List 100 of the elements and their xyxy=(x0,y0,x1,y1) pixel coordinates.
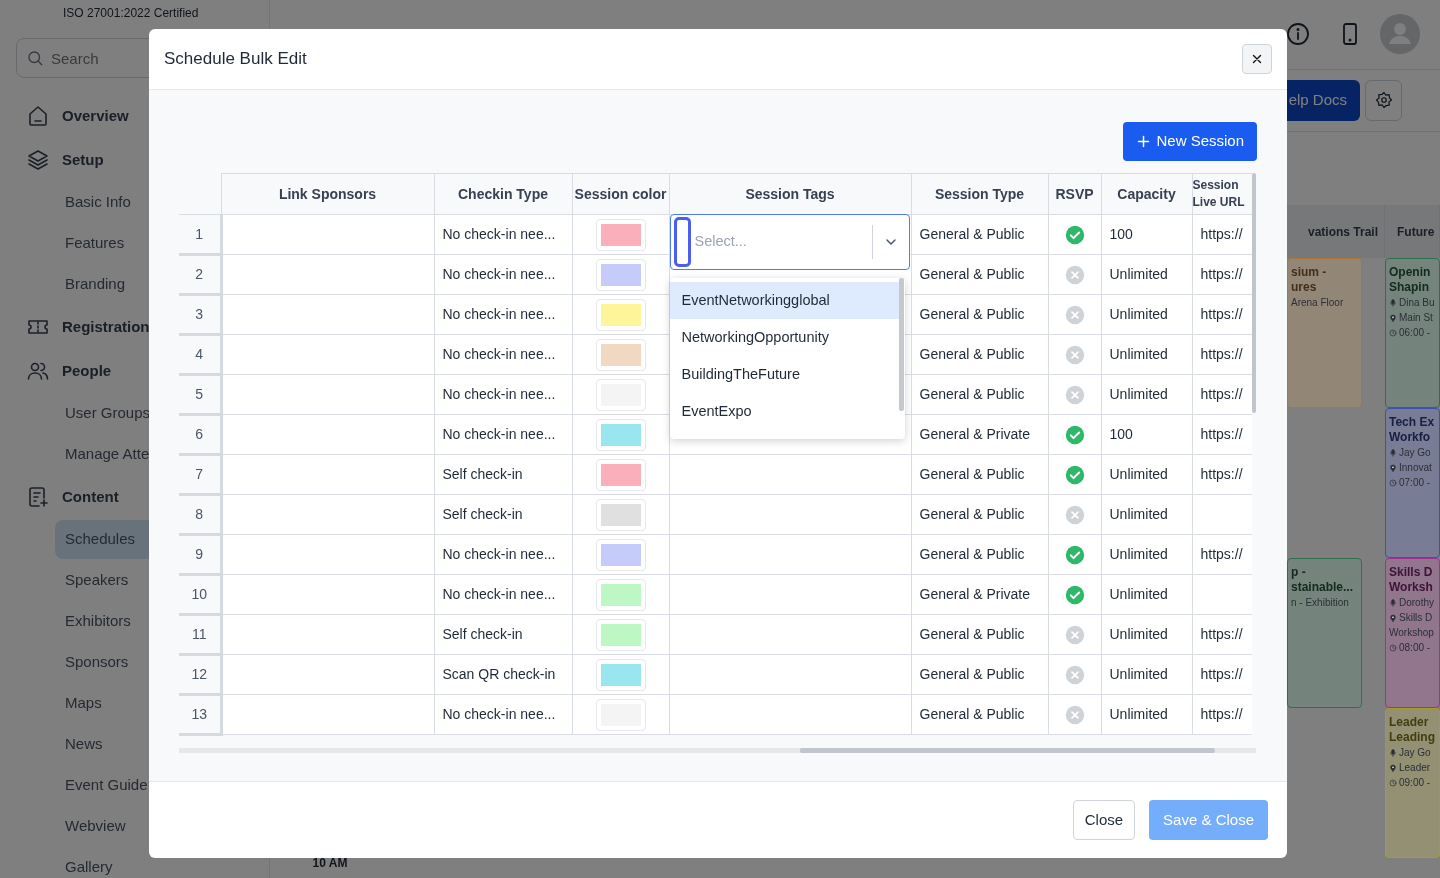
table-cell: Unlimited xyxy=(1101,374,1192,415)
clock-icon xyxy=(1389,328,1397,337)
check-circle-icon[interactable] xyxy=(1064,424,1085,445)
table-cell: No check-in nee... xyxy=(434,694,572,735)
table-cell: General & Public xyxy=(911,494,1048,535)
layers-icon xyxy=(26,148,50,172)
certification-text: ISO 27001:2022 Certified xyxy=(63,6,200,20)
table-cell: No check-in nee... xyxy=(434,534,572,575)
color-swatch[interactable] xyxy=(596,579,645,610)
session-detail: Innovat xyxy=(1399,461,1432,475)
pin-icon xyxy=(1389,463,1397,472)
focus-indicator xyxy=(673,217,691,267)
table-cell: https:// xyxy=(1192,454,1252,495)
session-card[interactable]: Tech Ex Workfo Jay Go Innovat 07:00 - xyxy=(1385,408,1440,558)
x-circle-icon[interactable] xyxy=(1064,264,1085,285)
dropdown-option[interactable]: NetworkingOpportunity xyxy=(669,319,900,356)
color-swatch[interactable] xyxy=(596,419,645,450)
color-swatch[interactable] xyxy=(596,459,645,490)
dropdown-option[interactable]: EventExpo xyxy=(669,393,900,430)
scrollbar[interactable] xyxy=(898,278,904,411)
pin-icon xyxy=(1389,313,1397,322)
row-number: 11 xyxy=(179,614,221,655)
horizontal-scrollbar[interactable] xyxy=(800,748,1215,753)
color-swatch[interactable] xyxy=(596,659,645,690)
x-circle-icon[interactable] xyxy=(1064,664,1085,685)
dropdown-option[interactable]: BuildingTheFuture xyxy=(669,356,900,393)
vertical-scrollbar[interactable] xyxy=(1252,173,1256,413)
clock-icon xyxy=(1389,778,1397,787)
session-detail: Main St xyxy=(1399,311,1433,325)
avatar[interactable] xyxy=(1380,14,1420,55)
session-detail: 06:00 - xyxy=(1399,326,1431,340)
session-detail: Jay Go xyxy=(1399,446,1431,460)
close-icon xyxy=(1250,52,1264,66)
track-header: vations Trail xyxy=(1307,223,1378,241)
check-circle-icon[interactable] xyxy=(1064,464,1085,485)
x-circle-icon[interactable] xyxy=(1064,624,1085,645)
column-header: Capacity xyxy=(1101,173,1192,215)
search-icon xyxy=(26,49,44,67)
color-swatch[interactable] xyxy=(596,699,645,730)
row-number: 10 xyxy=(179,574,221,615)
microphone-icon xyxy=(1389,298,1397,307)
table-cell: General & Private xyxy=(911,414,1048,455)
table-cell: https:// xyxy=(1192,214,1252,255)
x-circle-icon[interactable] xyxy=(1064,704,1085,725)
tag-select[interactable]: Select... xyxy=(669,214,910,270)
sidebar-item[interactable]: Overview xyxy=(16,94,269,138)
plus-icon xyxy=(1136,134,1152,149)
table-cell: https:// xyxy=(1192,654,1252,695)
close-button[interactable] xyxy=(1242,44,1272,74)
row-number: 6 xyxy=(179,414,221,455)
row-number: 7 xyxy=(179,454,221,495)
session-card[interactable]: Leader Leading Jay Go Leader 09:00 - xyxy=(1385,708,1440,858)
column-header: Checkin Type xyxy=(434,173,572,215)
session-card[interactable]: p - stainable... n - Exhibition xyxy=(1287,558,1362,708)
check-circle-icon[interactable] xyxy=(1064,224,1085,245)
color-swatch[interactable] xyxy=(596,619,645,650)
microphone-icon xyxy=(1389,448,1397,457)
table-cell: General & Public xyxy=(911,694,1048,735)
close-button[interactable]: Close xyxy=(1072,800,1136,840)
row-number: 12 xyxy=(179,654,221,695)
color-swatch[interactable] xyxy=(596,499,645,530)
color-swatch[interactable] xyxy=(596,339,645,370)
row-number: 4 xyxy=(179,334,221,375)
session-detail: Jay Go xyxy=(1399,746,1431,760)
session-detail: Workshop xyxy=(1389,626,1434,640)
session-card[interactable]: Skills D Worksh Dorothy Skills D Workshop 08:00 - xyxy=(1385,558,1440,708)
session-detail: Skills D xyxy=(1399,611,1433,625)
info-icon[interactable] xyxy=(1286,22,1310,47)
color-swatch[interactable] xyxy=(596,259,645,290)
x-circle-icon[interactable] xyxy=(1064,344,1085,365)
session-title: sium - ures xyxy=(1291,265,1328,295)
color-swatch[interactable] xyxy=(596,379,645,410)
dropdown-option[interactable]: EventNetworkingglobal xyxy=(669,282,900,319)
row-number: 8 xyxy=(179,494,221,535)
table-cell: General & Public xyxy=(911,534,1048,575)
column-header: Session Live URL xyxy=(1192,173,1252,215)
session-card[interactable]: Openin Shapin Dina Bu Main St 06:00 - xyxy=(1385,258,1440,408)
color-swatch[interactable] xyxy=(596,539,645,570)
table-cell: General & Public xyxy=(911,454,1048,495)
column-header: RSVP xyxy=(1048,173,1101,215)
color-swatch[interactable] xyxy=(596,219,645,250)
house-icon xyxy=(26,104,50,128)
table-cell: Unlimited xyxy=(1101,454,1192,495)
table-cell: No check-in nee... xyxy=(434,334,572,375)
row-number: 1 xyxy=(179,214,221,255)
settings-icon xyxy=(1374,91,1393,110)
x-circle-icon[interactable] xyxy=(1064,384,1085,405)
clock-icon xyxy=(1389,478,1397,487)
settings-button[interactable] xyxy=(1365,79,1402,121)
new-session-button[interactable]: New Session xyxy=(1123,122,1257,161)
session-card[interactable]: sium - ures Arena Floor xyxy=(1287,258,1362,408)
x-circle-icon[interactable] xyxy=(1064,504,1085,525)
check-circle-icon[interactable] xyxy=(1064,544,1085,565)
session-title: Openin Shapin xyxy=(1389,265,1432,295)
table-cell: General & Public xyxy=(911,254,1048,295)
x-circle-icon[interactable] xyxy=(1064,304,1085,325)
table-cell: Self check-in xyxy=(434,454,572,495)
table-cell: No check-in nee... xyxy=(434,414,572,455)
color-swatch[interactable] xyxy=(596,299,645,330)
check-circle-icon[interactable] xyxy=(1064,584,1085,605)
